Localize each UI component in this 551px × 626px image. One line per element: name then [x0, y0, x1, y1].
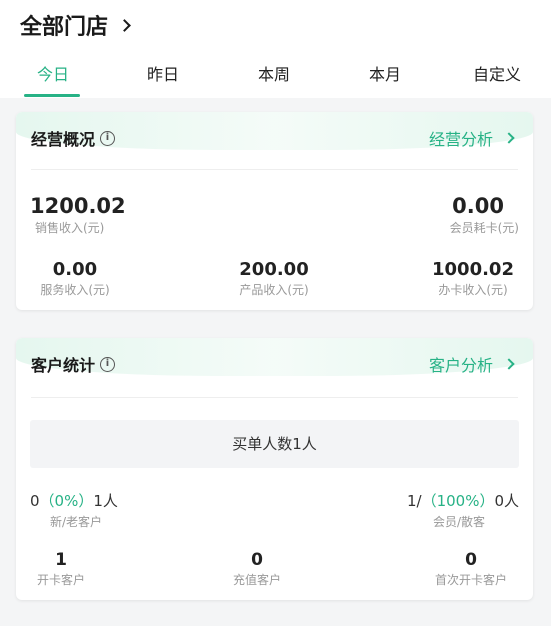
chevron-right-icon — [503, 132, 515, 144]
chevron-right-icon — [118, 19, 131, 32]
business-analysis-link[interactable]: 经营分析 — [428, 126, 515, 150]
business-overview-card: 经营概况 i 经营分析 1200.02 销售收入(元) 0.00 会员耗卡(元)… — [16, 112, 533, 310]
sales-income-value: 1200.02 — [30, 194, 126, 218]
new-count: 0 — [30, 492, 40, 510]
member-percent: （100%） — [421, 492, 495, 510]
business-card-header: 经营概况 i 经营分析 — [16, 112, 533, 168]
info-icon[interactable]: i — [100, 130, 116, 146]
old-count: 1人 — [93, 492, 118, 510]
tab-custom[interactable]: 自定义 — [452, 60, 542, 96]
new-percent: （0%） — [39, 492, 94, 510]
new-old-ratio: 0（0%）1人 — [30, 490, 118, 511]
date-tabs: 今日 昨日 本周 本月 自定义 — [0, 60, 551, 96]
chevron-right-icon — [503, 358, 515, 370]
first-card-label: 首次开卡客户 — [434, 573, 507, 587]
product-income-stat: 200.00 产品收入(元) — [224, 259, 324, 298]
recharge-value: 0 — [251, 550, 263, 570]
member-walkin-label: 会员/散客 — [432, 515, 485, 529]
tab-this-month[interactable]: 本月 — [340, 60, 430, 96]
first-card-value: 0 — [465, 550, 477, 570]
card-open-label: 开卡客户 — [36, 573, 85, 587]
active-tab-indicator — [24, 94, 80, 97]
tab-today[interactable]: 今日 — [8, 60, 98, 96]
member-count: 1/ — [406, 492, 422, 510]
sales-income-stat: 1200.02 销售收入(元) — [30, 194, 126, 236]
business-title: 经营概况 i — [31, 126, 116, 150]
walkin-count: 0人 — [494, 492, 519, 510]
business-title-text: 经营概况 — [31, 130, 96, 149]
member-card-use-stat: 0.00 会员耗卡(元) — [450, 194, 519, 236]
member-walkin-ratio: 1/（100%）0人 — [407, 490, 519, 511]
tab-this-week[interactable]: 本周 — [229, 60, 319, 96]
top-bar: 全部门店 今日 昨日 本周 本月 自定义 — [0, 0, 551, 98]
recharge-label: 充值客户 — [232, 573, 281, 587]
card-income-value: 1000.02 — [432, 259, 514, 280]
business-analysis-label: 经营分析 — [428, 130, 493, 149]
customer-title-text: 客户统计 — [31, 356, 96, 375]
divider — [31, 169, 518, 170]
card-income-stat: 1000.02 办卡收入(元) — [427, 259, 519, 298]
customer-title: 客户统计 i — [31, 352, 116, 376]
product-income-label: 产品收入(元) — [239, 283, 309, 297]
customer-card-header: 客户统计 i 客户分析 — [16, 338, 533, 394]
customer-analysis-label: 客户分析 — [428, 356, 493, 375]
card-open-stat: 1 开卡客户 — [30, 550, 92, 588]
recharge-stat: 0 充值客户 — [226, 550, 288, 588]
member-card-use-label: 会员耗卡(元) — [449, 221, 519, 235]
service-income-stat: 0.00 服务收入(元) — [30, 259, 120, 298]
customer-analysis-link[interactable]: 客户分析 — [428, 352, 515, 376]
divider — [31, 397, 518, 398]
tab-yesterday[interactable]: 昨日 — [118, 60, 208, 96]
card-income-label: 办卡收入(元) — [438, 283, 508, 297]
product-income-value: 200.00 — [239, 259, 309, 280]
sales-income-label: 销售收入(元) — [35, 221, 105, 235]
buyers-count: 买单人数1人 — [30, 420, 519, 468]
customer-stats-card: 客户统计 i 客户分析 买单人数1人 0（0%）1人 新/老客户 1/（100%… — [16, 338, 533, 600]
service-income-label: 服务收入(元) — [40, 283, 110, 297]
new-old-label: 新/老客户 — [50, 515, 103, 529]
card-open-value: 1 — [55, 550, 67, 570]
service-income-value: 0.00 — [52, 259, 98, 280]
info-icon[interactable]: i — [100, 356, 116, 372]
store-selector[interactable]: 全部门店 — [20, 8, 131, 42]
first-card-stat: 0 首次开卡客户 — [423, 550, 519, 588]
member-card-use-value: 0.00 — [452, 194, 504, 218]
store-title: 全部门店 — [20, 15, 109, 40]
